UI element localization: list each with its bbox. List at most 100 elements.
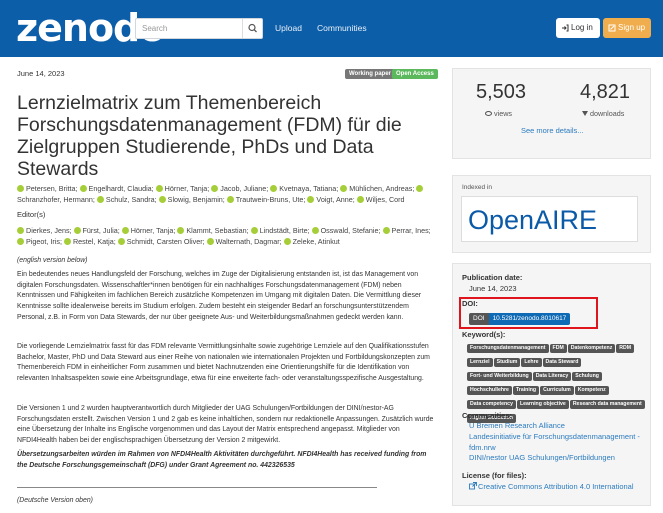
description-paragraph: Ein bedeutendes neues Handlungsfeld der … bbox=[17, 271, 422, 321]
search-placeholder: Search bbox=[142, 24, 168, 33]
editor[interactable]: Zeleke, Atinkut bbox=[283, 237, 340, 246]
keyword-tag[interactable]: Kompetenz bbox=[574, 386, 609, 395]
author[interactable]: Wiljes, Cord bbox=[356, 195, 405, 204]
orcid-icon[interactable] bbox=[270, 185, 278, 192]
editor[interactable]: Restel, Katja; bbox=[63, 237, 118, 246]
english-note: (english version below) bbox=[17, 257, 88, 264]
orcid-icon[interactable] bbox=[158, 196, 166, 203]
editor[interactable]: Perrar, Ines; bbox=[382, 226, 431, 235]
keyword-tag[interactable]: Learning objective bbox=[516, 400, 569, 409]
keyword-tag[interactable]: Data competency bbox=[467, 400, 516, 409]
keyword-tag[interactable]: RDM bbox=[616, 344, 635, 353]
editor[interactable]: Pigeot, Iris; bbox=[17, 237, 64, 246]
orcid-icon[interactable] bbox=[73, 227, 81, 234]
badge-access[interactable]: Open Access bbox=[392, 69, 438, 79]
search-input[interactable]: Search bbox=[135, 18, 263, 39]
editor[interactable]: Klammt, Sebastian; bbox=[177, 226, 250, 235]
keyword-tag[interactable]: Data Literacy bbox=[532, 372, 572, 381]
author[interactable]: Hörner, Tanja; bbox=[155, 184, 212, 193]
orcid-icon[interactable] bbox=[17, 238, 24, 245]
openaire-logo[interactable]: OpenAIRE bbox=[461, 196, 638, 242]
orcid-icon[interactable] bbox=[17, 227, 24, 234]
community-link[interactable]: DINI/nestor UAG Schulungen/Fortbildungen bbox=[469, 453, 649, 464]
orcid-icon[interactable] bbox=[79, 185, 87, 192]
record-title: Lernzielmatrix zum Themenbereich Forschu… bbox=[17, 92, 402, 180]
login-button[interactable]: Log in bbox=[556, 18, 600, 38]
description-paragraph: Die Versionen 1 und 2 wurden hauptverant… bbox=[17, 405, 434, 445]
openaire-text: OpenAIRE bbox=[468, 205, 598, 235]
top-navbar: zenodo Search Upload Communities Log in … bbox=[0, 0, 663, 57]
orcid-icon[interactable] bbox=[356, 196, 364, 203]
see-more-details-link[interactable]: See more details... bbox=[521, 126, 584, 135]
author-name: Engelhardt, Claudia; bbox=[88, 184, 156, 193]
editor-name: Dierkes, Jens; bbox=[26, 226, 74, 235]
editor[interactable]: Hörner, Tanja; bbox=[121, 226, 178, 235]
author[interactable]: Petersen, Britta; bbox=[17, 184, 80, 193]
orcid-icon[interactable] bbox=[96, 196, 104, 203]
editor-name: Klammt, Sebastian; bbox=[186, 226, 251, 235]
keyword-tag[interactable]: Data Steward bbox=[542, 358, 582, 367]
keyword-tag[interactable]: Fort- und Weiterbildung bbox=[467, 372, 532, 381]
keyword-tag[interactable]: Lernziel bbox=[467, 358, 493, 367]
orcid-icon[interactable] bbox=[121, 227, 129, 234]
author[interactable]: Engelhardt, Claudia; bbox=[79, 184, 156, 193]
orcid-icon[interactable] bbox=[250, 227, 258, 234]
keyword-tag[interactable]: Forschungsdatenmanagement bbox=[467, 344, 549, 353]
editor[interactable]: Lindstädt, Birte; bbox=[250, 226, 312, 235]
author-name: Jacob, Juliane; bbox=[220, 184, 271, 193]
doi-badge[interactable]: DOI 10.5281/zenodo.8010617 bbox=[469, 313, 571, 325]
author[interactable]: Kvetnaya, Tatiana; bbox=[270, 184, 340, 193]
license-text: Creative Commons Attribution 4.0 Interna… bbox=[478, 482, 634, 491]
orcid-icon[interactable] bbox=[283, 238, 291, 245]
license-link[interactable]: Creative Commons Attribution 4.0 Interna… bbox=[469, 482, 649, 493]
author[interactable]: Mühlichen, Andreas; bbox=[340, 184, 416, 193]
orcid-icon[interactable] bbox=[311, 227, 319, 234]
signup-label: Sign up bbox=[618, 23, 646, 32]
orcid-icon[interactable] bbox=[117, 238, 125, 245]
orcid-icon[interactable] bbox=[177, 227, 185, 234]
orcid-icon[interactable] bbox=[17, 185, 24, 192]
keyword-tag[interactable]: Datenkompetenz bbox=[567, 344, 616, 353]
orcid-icon[interactable] bbox=[155, 185, 163, 192]
author[interactable]: Slowig, Benjamin; bbox=[158, 195, 227, 204]
keyword-tag[interactable]: FDM bbox=[549, 344, 567, 353]
author[interactable]: Schulz, Sandra; bbox=[96, 195, 159, 204]
editor[interactable]: Schmidt, Carsten Oliver; bbox=[117, 237, 207, 246]
editor-list: Dierkes, Jens; Fürst, Julia; Hörner, Tan… bbox=[17, 225, 437, 247]
editor-name: Osswald, Stefanie; bbox=[320, 226, 383, 235]
keyword-tag[interactable]: Lehre bbox=[521, 358, 542, 367]
editor[interactable]: Walternath, Dagmar; bbox=[206, 237, 284, 246]
orcid-icon[interactable] bbox=[211, 185, 219, 192]
community-link[interactable]: Landesinitiative für Forschungsdatenmana… bbox=[469, 432, 649, 453]
badge-resource-type[interactable]: Working paper bbox=[345, 69, 395, 79]
signup-button[interactable]: Sign up bbox=[603, 18, 651, 38]
keyword-tag[interactable]: Training bbox=[512, 386, 540, 395]
orcid-icon[interactable] bbox=[226, 196, 234, 203]
orcid-icon[interactable] bbox=[416, 185, 424, 192]
orcid-icon[interactable] bbox=[206, 238, 214, 245]
orcid-icon[interactable] bbox=[63, 238, 71, 245]
search-icon[interactable] bbox=[242, 19, 262, 38]
author-list: Petersen, Britta; Engelhardt, Claudia; H… bbox=[17, 183, 437, 205]
keyword-tag[interactable]: Curriculum bbox=[540, 386, 574, 395]
orcid-icon[interactable] bbox=[382, 227, 390, 234]
keyword-tag[interactable]: Research data management bbox=[569, 400, 645, 409]
communities-label: Communities: bbox=[462, 411, 513, 420]
orcid-icon[interactable] bbox=[340, 185, 348, 192]
keyword-tag[interactable]: Schulung bbox=[572, 372, 602, 381]
nav-communities[interactable]: Communities bbox=[317, 23, 367, 33]
download-icon bbox=[582, 111, 588, 116]
editor[interactable]: Fürst, Julia; bbox=[73, 226, 122, 235]
author[interactable]: Voigt, Anne; bbox=[307, 195, 356, 204]
author[interactable]: Trautwein-Bruns, Ute; bbox=[226, 195, 308, 204]
author[interactable]: Jacob, Juliane; bbox=[211, 184, 270, 193]
orcid-icon[interactable] bbox=[307, 196, 315, 203]
community-link[interactable]: U Bremen Research Alliance bbox=[469, 421, 649, 432]
nav-upload[interactable]: Upload bbox=[275, 23, 302, 33]
keyword-tag[interactable]: Hochschullehre bbox=[467, 386, 512, 395]
editor[interactable]: Dierkes, Jens; bbox=[17, 226, 74, 235]
keyword-tag[interactable]: Studium bbox=[493, 358, 521, 367]
editor[interactable]: Osswald, Stefanie; bbox=[311, 226, 383, 235]
author-name: Voigt, Anne; bbox=[316, 195, 357, 204]
description-paragraph: Die vorliegende Lernzielmatrix fasst für… bbox=[17, 343, 430, 383]
